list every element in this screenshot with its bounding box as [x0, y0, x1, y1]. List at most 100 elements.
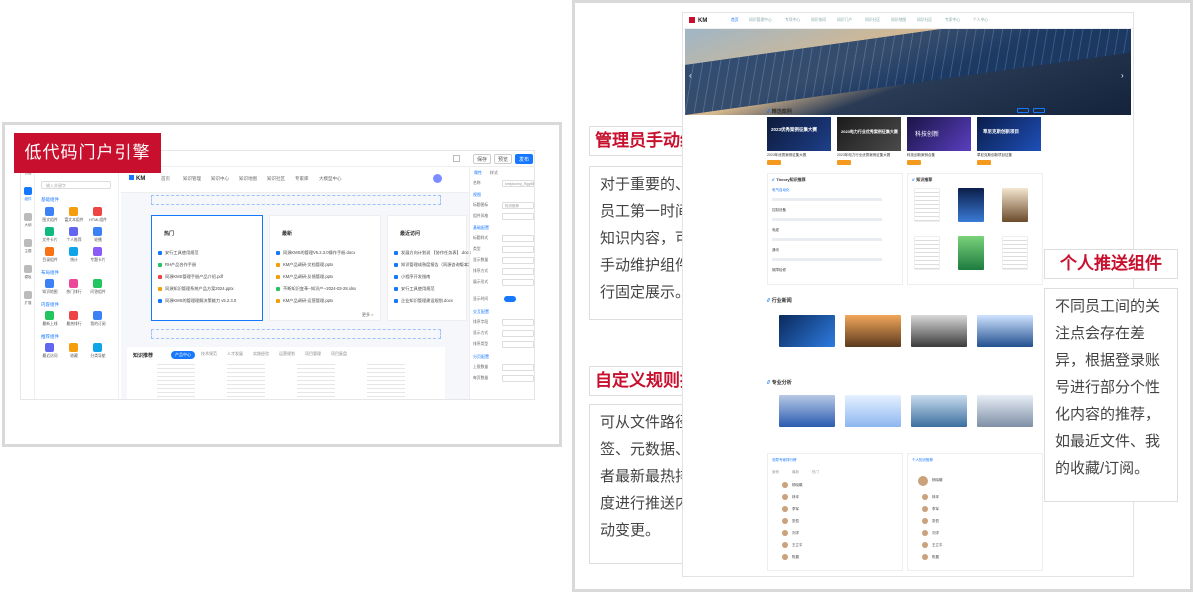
sort-field-select[interactable] — [502, 319, 534, 326]
list-item[interactable]: RH产品合作手册 — [158, 262, 196, 268]
list-item[interactable]: KM产品调研-反馈管理.pptx — [276, 274, 333, 280]
style-select[interactable] — [502, 213, 534, 220]
component-section-recommend[interactable]: 推荐组件 — [41, 334, 59, 340]
rail-item-template[interactable]: 模板 — [21, 275, 35, 280]
outline-icon[interactable] — [24, 213, 32, 221]
list-item[interactable]: KM产品调研-运营管理.pptx — [276, 298, 333, 304]
list-item[interactable]: 同源KMS的管理V5.2.3.0操作手册.docx — [276, 250, 355, 256]
analysis-thumbnail[interactable] — [911, 395, 967, 427]
news-thumbnail[interactable] — [779, 315, 835, 347]
rec-tab[interactable]: 人才发展 — [227, 351, 243, 357]
stats-icon[interactable] — [69, 247, 78, 256]
canvas-nav-item[interactable]: 知识管理 — [183, 176, 201, 182]
list-tab[interactable]: 故障检修 — [772, 268, 786, 273]
sort-select[interactable] — [502, 268, 534, 275]
avatar[interactable] — [918, 476, 928, 486]
rail-item-extension[interactable]: 扩展 — [21, 301, 35, 306]
chevron-right-icon[interactable]: › — [1121, 71, 1124, 80]
portal-nav-item[interactable]: 知识社区 — [865, 18, 880, 23]
display-mode-select[interactable] — [502, 330, 534, 337]
prop-section[interactable]: 视图 — [473, 192, 481, 198]
expert-name[interactable]: 王立平 — [792, 543, 803, 548]
user-name[interactable]: 刘洋 — [932, 531, 939, 536]
props-tab-style[interactable]: 样式 — [490, 170, 498, 176]
list-item[interactable]: 同源知识管理系统产品方案2024.pptx — [158, 286, 234, 292]
canvas-nav-item[interactable]: 知识地图 — [239, 176, 257, 182]
user-name[interactable]: 李军 — [932, 507, 939, 512]
drop-zone[interactable] — [151, 195, 441, 205]
rec-tab[interactable]: 实践经验 — [253, 351, 269, 357]
personal-icon[interactable] — [69, 227, 78, 236]
expert-name[interactable]: 杨晓曦 — [792, 483, 803, 488]
analysis-thumbnail[interactable] — [845, 395, 901, 427]
subscribe-icon[interactable] — [93, 311, 102, 320]
news-thumbnail[interactable] — [911, 315, 967, 347]
more-link[interactable]: 更多 > — [362, 312, 373, 318]
doc-thumbnail[interactable] — [914, 236, 940, 270]
case-caption[interactable]: 2023年电力行业优秀案例征集大赛 — [837, 153, 890, 158]
doc-thumbnail[interactable] — [1002, 236, 1028, 270]
hot-rank-icon[interactable] — [69, 279, 78, 288]
list-item[interactable]: 发展方向计划说 【协作任务表】.docx — [394, 250, 471, 256]
case-card[interactable]: 2023优秀案例征集大赛 — [767, 117, 831, 151]
image-text-icon[interactable] — [45, 207, 54, 216]
list-tab[interactable]: 控制设备 — [772, 208, 786, 213]
rail-item-outline[interactable]: 大纲 — [21, 223, 35, 228]
qa-icon[interactable] — [93, 279, 102, 288]
limit-field[interactable] — [502, 364, 534, 371]
component-section-layout[interactable]: 布局组件 — [41, 270, 59, 276]
hot-card[interactable]: 热门 安行工具使用规范 RH产品合作手册 同源KMS管理手册产品介绍.pdf 同… — [151, 215, 263, 321]
avatar[interactable] — [782, 542, 788, 548]
components-icon[interactable] — [24, 187, 32, 195]
doc-thumbnail[interactable] — [367, 361, 405, 397]
page-size-field[interactable] — [502, 375, 534, 382]
case-caption[interactable]: 2023年优秀案例征集大赛 — [767, 153, 806, 158]
extension-icon[interactable] — [24, 291, 32, 299]
user-name[interactable]: 王立平 — [932, 543, 943, 548]
canvas-nav-item[interactable]: 知识中心 — [211, 176, 229, 182]
expert-name[interactable]: 陈晨 — [792, 555, 799, 560]
doc-thumbnail[interactable] — [958, 236, 984, 270]
component-search-input[interactable]: 输入关键字 — [41, 181, 111, 189]
prop-section[interactable]: 交互配置 — [473, 309, 489, 315]
news-thumbnail[interactable] — [977, 315, 1033, 347]
list-item[interactable]: 小程序开发指南 — [394, 274, 430, 280]
props-tab-attr[interactable]: 属性 — [474, 170, 482, 176]
avatar[interactable] — [922, 494, 928, 500]
template-icon[interactable] — [24, 265, 32, 273]
knowledge-map-icon[interactable] — [45, 279, 54, 288]
list-tab[interactable]: 通讯 — [772, 248, 779, 253]
component-key-field[interactable]: kmtplcomp_Rgg5hxm7q8 — [502, 180, 534, 187]
portal-nav-item[interactable]: 专家中心 — [945, 18, 960, 23]
case-caption[interactable]: 科技创新案例合集 — [907, 153, 935, 158]
rich-text-icon[interactable] — [69, 207, 78, 216]
avatar[interactable] — [782, 530, 788, 536]
catalog-icon[interactable] — [45, 247, 54, 256]
recent-icon[interactable] — [45, 343, 54, 352]
doc-thumbnail[interactable] — [958, 188, 984, 222]
case-caption[interactable]: 草尼克斯创新项目征集 — [977, 153, 1012, 158]
component-section-content[interactable]: 内容组件 — [41, 302, 59, 308]
device-icon[interactable] — [453, 155, 460, 162]
rec-tab[interactable]: 运营规划 — [279, 351, 295, 357]
prop-section[interactable]: 基础配置 — [473, 225, 489, 231]
sort-type-radio[interactable] — [502, 341, 534, 348]
avatar[interactable] — [922, 554, 928, 560]
type-select[interactable] — [502, 246, 534, 253]
avatar[interactable] — [922, 518, 928, 524]
user-name[interactable]: 林坪 — [932, 495, 939, 500]
analysis-thumbnail[interactable] — [779, 395, 835, 427]
display-select[interactable] — [502, 279, 534, 286]
portal-nav-item[interactable]: 专项中心 — [785, 18, 800, 23]
list-item[interactable]: 同源KMS管理手册产品介绍.pdf — [158, 274, 223, 280]
topic-card-icon[interactable] — [93, 247, 102, 256]
chevron-left-icon[interactable]: ‹ — [689, 71, 692, 80]
canvas-nav-item[interactable]: 大模型中心 — [319, 176, 342, 182]
portal-nav-item[interactable]: 个人中心 — [973, 18, 988, 23]
new-online-icon[interactable] — [45, 311, 54, 320]
rail-item-theme[interactable]: 主题 — [21, 249, 35, 254]
show-time-toggle[interactable] — [504, 296, 516, 302]
list-item[interactable]: 安行工具使用规范 — [394, 286, 435, 292]
avatar[interactable] — [782, 506, 788, 512]
list-item[interactable]: 企业知识管理建设规划.docx — [394, 298, 453, 304]
